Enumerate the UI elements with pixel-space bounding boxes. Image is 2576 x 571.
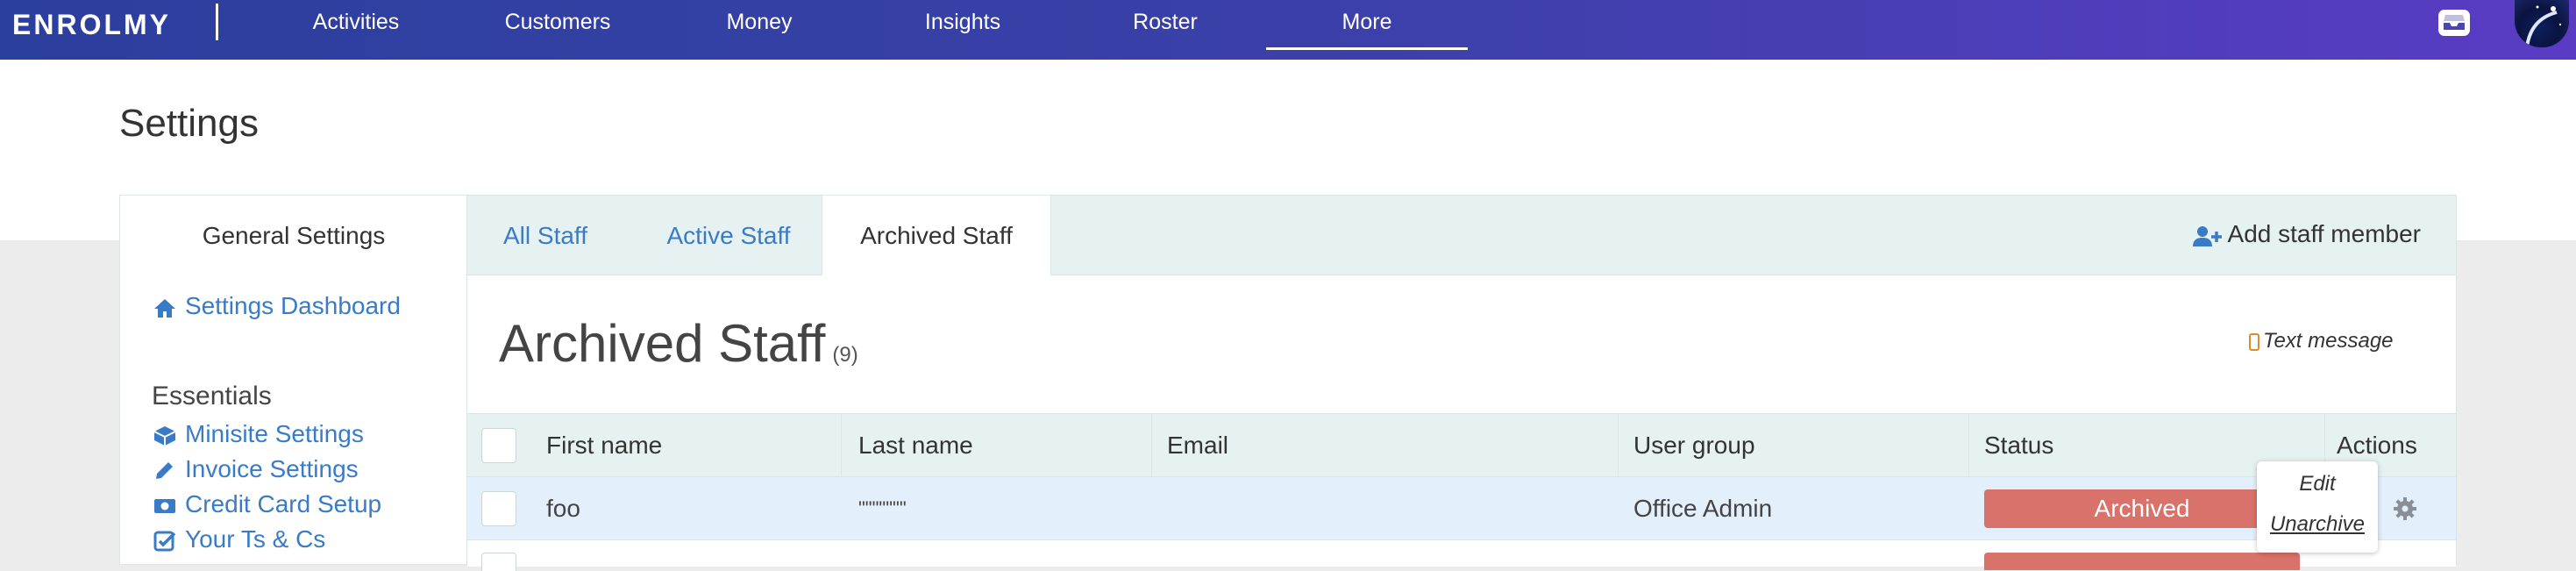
sidebar-section-essentials: Essentials — [152, 382, 272, 410]
cube-icon — [153, 425, 176, 446]
gear-icon[interactable] — [2393, 496, 2417, 521]
nav-activities[interactable]: Activities — [295, 0, 417, 46]
table-row[interactable] — [467, 539, 2456, 571]
add-staff-label: Add staff member — [2227, 220, 2421, 247]
staff-panel: All Staff Active Staff Archived Staff Ad… — [466, 195, 2457, 571]
sidebar-item-label: Credit Card Setup — [185, 490, 382, 517]
nav-more[interactable]: More — [1266, 0, 1468, 46]
col-status[interactable]: Status — [1984, 414, 2053, 477]
text-message-label: Text message — [2263, 329, 2394, 353]
staff-tabs: All Staff Active Staff Archived Staff Ad… — [467, 196, 2456, 275]
enrolmy-logo[interactable]: ENROLMY — [12, 9, 171, 41]
inbox-icon[interactable] — [2437, 9, 2471, 37]
check-square-icon — [153, 531, 176, 552]
sidebar-item-minisite[interactable]: Minisite Settings — [153, 420, 364, 448]
select-all-checkbox[interactable] — [481, 428, 516, 463]
table-header: First name Last name Email User group St… — [467, 413, 2456, 540]
settings-dashboard-link[interactable]: Settings Dashboard — [153, 292, 401, 320]
sidebar-item-label: Minisite Settings — [185, 420, 364, 447]
settings-dashboard-label: Settings Dashboard — [185, 292, 401, 319]
nav-customers[interactable]: Customers — [487, 0, 628, 46]
mobile-icon — [2249, 332, 2259, 351]
user-plus-icon — [2192, 225, 2222, 246]
nav-roster[interactable]: Roster — [1117, 0, 1213, 46]
page-title: Settings — [119, 102, 259, 145]
cell-first-name: foo — [546, 495, 580, 522]
edit-action[interactable]: Edit — [2257, 472, 2378, 496]
logo-divider — [216, 4, 218, 40]
row-action-menu: Edit Unarchive — [2257, 461, 2378, 553]
home-icon — [154, 298, 175, 318]
col-last-name[interactable]: Last name — [858, 414, 973, 477]
sidebar-item-credit-card[interactable]: Credit Card Setup — [153, 490, 381, 518]
pencil-icon — [156, 461, 173, 479]
user-avatar[interactable] — [2515, 0, 2569, 47]
add-staff-button[interactable]: Add staff member — [2192, 220, 2421, 248]
money-icon — [154, 498, 175, 513]
cell-user-group: Office Admin — [1633, 495, 1773, 522]
table-row[interactable]: foo """"""" Office Admin Archived — [467, 476, 2456, 540]
tab-active-staff[interactable]: Active Staff — [623, 196, 834, 275]
settings-sidebar: General Settings Settings Dashboard Esse… — [119, 195, 467, 565]
section-title: Archived Staff (9) — [499, 313, 858, 374]
row-checkbox[interactable] — [481, 491, 516, 526]
unarchive-action[interactable]: Unarchive — [2257, 512, 2378, 537]
col-email[interactable]: Email — [1167, 414, 1228, 477]
sidebar-item-label: Your Ts & Cs — [185, 525, 326, 553]
sidebar-item-invoice[interactable]: Invoice Settings — [153, 455, 359, 483]
text-message-button[interactable]: Text message — [2249, 329, 2394, 353]
status-badge — [1984, 553, 2300, 570]
row-checkbox[interactable] — [481, 553, 516, 571]
sidebar-title: General Settings — [202, 222, 386, 249]
sidebar-item-label: Invoice Settings — [185, 455, 359, 482]
sidebar-item-ts-cs[interactable]: Your Ts & Cs — [153, 525, 325, 553]
tab-archived-staff[interactable]: Archived Staff — [822, 196, 1051, 275]
col-first-name[interactable]: First name — [546, 414, 662, 477]
status-badge: Archived — [1984, 489, 2300, 528]
top-nav-bar: ENROLMY Activities Customers Money Insig… — [0, 0, 2576, 60]
nav-active-indicator — [1266, 47, 1468, 50]
cell-last-name: """"""" — [858, 497, 907, 519]
staff-count: (9) — [832, 343, 858, 367]
nav-insights[interactable]: Insights — [908, 0, 1017, 46]
tab-all-staff[interactable]: All Staff — [467, 196, 623, 275]
section-title-text: Archived Staff — [499, 314, 826, 373]
col-user-group[interactable]: User group — [1633, 414, 1755, 477]
nav-money[interactable]: Money — [707, 0, 812, 46]
